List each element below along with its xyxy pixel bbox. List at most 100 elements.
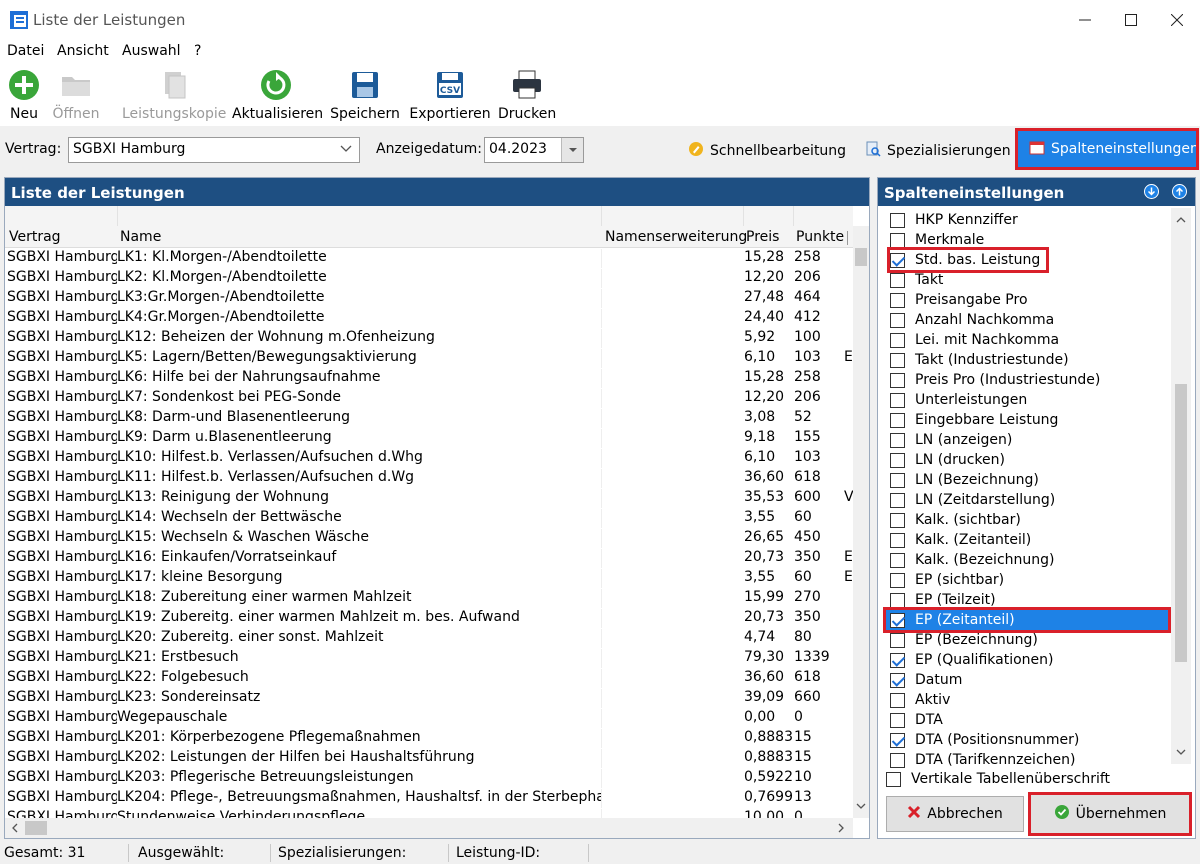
oeffnen-button[interactable]: Öffnen [50,66,102,124]
checkbox[interactable] [890,732,905,748]
checkbox[interactable] [890,392,905,408]
speichern-button[interactable]: Speichern [330,66,400,124]
vertical-scrollbar[interactable] [853,226,869,818]
spezialisierungen-button[interactable]: Spezialisierungen [865,141,1011,161]
vertrag-select[interactable]: SGBXI Hamburg [68,137,360,163]
table-row[interactable]: SGBXI Hamburg LK15: Wechseln & Waschen Wä… [5,528,853,548]
table-row[interactable]: SGBXI Hamburg LK23: Sondereinsatz 39,09 660 [5,688,853,708]
checkbox[interactable] [890,592,905,608]
checkbox[interactable] [890,232,905,248]
checkbox[interactable] [890,492,905,508]
table-row[interactable]: SGBXI Hamburg LK12: Beheizen der Wohnung … [5,328,853,348]
column-option[interactable]: HKP Kennziffer [890,210,1018,230]
checkbox[interactable] [890,432,905,448]
menu-help[interactable]: ? [194,43,201,59]
chevron-down-icon[interactable] [1175,746,1187,762]
checkbox[interactable] [890,412,905,428]
checkbox[interactable] [890,572,905,588]
checkbox[interactable] [890,352,905,368]
maximize-button[interactable] [1108,0,1154,40]
checkbox[interactable] [890,532,905,548]
column-option[interactable]: Eingebbare Leistung [890,410,1058,430]
uebernehmen-button[interactable]: Übernehmen [1028,792,1192,836]
table-row[interactable]: SGBXI Hamburg LK21: Erstbesuch 79,30 1339 [5,648,853,668]
column-option[interactable]: LN (Bezeichnung) [890,470,1039,490]
menu-datei[interactable]: Datei [7,43,44,59]
col-punkte[interactable]: Punkte [796,229,844,245]
table-row[interactable]: SGBXI Hamburg LK204: Pflege-, Betreuungsm… [5,788,853,808]
table-row[interactable]: SGBXI Hamburg Stundenweise Verhinderungsp… [5,808,853,818]
chevron-right-icon[interactable] [835,822,847,838]
checkbox[interactable] [890,252,905,268]
dropdown-arrow-icon[interactable] [561,138,583,162]
spalteneinstellungen-button[interactable]: Spalteneinstellungen [1015,128,1199,170]
col-preis[interactable]: Preis [746,229,779,245]
table-row[interactable]: SGBXI Hamburg LK4:Gr.Morgen-/Abendtoilett… [5,308,853,328]
column-option[interactable]: Lei. mit Nachkomma [890,330,1059,350]
table-row[interactable]: SGBXI Hamburg LK17: kleine Besorgung 3,55 6… [5,568,853,588]
table-row[interactable]: SGBXI Hamburg LK16: Einkaufen/Vorratseink… [5,548,853,568]
abbrechen-button[interactable]: Abbrechen [886,796,1024,832]
table-row[interactable]: SGBXI Hamburg LK1: Kl.Morgen-/Abendtoilet… [5,248,853,268]
arrow-up-icon[interactable] [1172,184,1187,203]
column-option[interactable]: DTA (Positionsnummer) [890,730,1079,750]
column-option[interactable]: DTA (Tarifkennzeichen) [890,750,1075,768]
checkbox[interactable] [890,652,905,668]
table-row[interactable]: SGBXI Hamburg LK7: Sondenkost bei PEG-Son… [5,388,853,408]
col-name[interactable]: Name [120,229,161,245]
hscroll-thumb[interactable] [25,821,47,835]
column-option[interactable]: Std. bas. Leistung [886,247,1050,273]
checkbox[interactable] [890,332,905,348]
checkbox[interactable] [886,771,901,787]
table-row[interactable]: SGBXI Hamburg LK203: Pflegerische Betreuu… [5,768,853,788]
checkbox[interactable] [890,212,905,228]
checkbox[interactable] [890,452,905,468]
checkbox[interactable] [890,552,905,568]
arrow-down-icon[interactable] [1144,184,1159,203]
checkbox[interactable] [890,632,905,648]
column-option[interactable]: Kalk. (Zeitanteil) [890,530,1031,550]
settings-scroll-thumb[interactable] [1175,384,1187,662]
table-row[interactable]: SGBXI Hamburg LK202: Leistungen der Hilfe… [5,748,853,768]
column-option[interactable]: EP (Qualifikationen) [890,650,1053,670]
menu-ansicht[interactable]: Ansicht [57,43,109,59]
scroll-thumb[interactable] [855,248,867,266]
aktualisieren-button[interactable]: Aktualisieren [232,66,323,124]
drucken-button[interactable]: Drucken [498,66,556,124]
chevron-left-icon[interactable] [9,822,21,838]
table-row[interactable]: SGBXI Hamburg LK5: Lagern/Betten/Bewegung… [5,348,853,368]
horizontal-scrollbar[interactable] [5,818,853,838]
chevron-down-icon[interactable] [855,800,867,816]
checkbox[interactable] [890,312,905,328]
checkbox[interactable] [890,612,905,628]
column-option[interactable]: Kalk. (sichtbar) [890,510,1021,530]
table-row[interactable]: SGBXI Hamburg LK8: Darm-und Blasenentleer… [5,408,853,428]
col-namenserweiterung[interactable]: Namenserweiterung [605,229,747,245]
column-option[interactable]: EP (Zeitanteil) [883,607,1171,633]
checkbox[interactable] [890,712,905,728]
minimize-button[interactable] [1062,0,1108,40]
checkbox[interactable] [890,292,905,308]
table-row[interactable]: SGBXI Hamburg LK19: Zubereitg. einer warm… [5,608,853,628]
table-row[interactable]: SGBXI Hamburg LK10: Hilfest.b. Verlassen/… [5,448,853,468]
table-row[interactable]: SGBXI Hamburg LK18: Zubereitung einer war… [5,588,853,608]
checkbox[interactable] [890,672,905,688]
table-row[interactable]: SGBXI Hamburg LK22: Folgebesuch 36,60 618 [5,668,853,688]
settings-scrollbar[interactable] [1171,208,1191,764]
table-row[interactable]: SGBXI Hamburg LK201: Körperbezogene Pfleg… [5,728,853,748]
exportieren-button[interactable]: CSV Exportieren [408,66,492,124]
column-option[interactable]: DTA [890,710,943,730]
checkbox[interactable] [890,372,905,388]
checkbox[interactable] [890,752,905,768]
column-option[interactable]: Aktiv [890,690,950,710]
anzeigedatum-field[interactable]: 04.2023 [484,137,584,163]
column-option[interactable]: Kalk. (Bezeichnung) [890,550,1054,570]
table-row[interactable]: SGBXI Hamburg LK11: Hilfest.b. Verlassen/… [5,468,853,488]
checkbox[interactable] [890,472,905,488]
col-vertrag[interactable]: Vertrag [9,229,61,245]
column-option[interactable]: Merkmale [890,230,984,250]
table-row[interactable]: SGBXI Hamburg LK9: Darm u.Blasenentleerun… [5,428,853,448]
column-option[interactable]: Datum [890,670,962,690]
column-option[interactable]: LN (drucken) [890,450,1005,470]
column-option[interactable]: Takt (Industriestunde) [890,350,1069,370]
